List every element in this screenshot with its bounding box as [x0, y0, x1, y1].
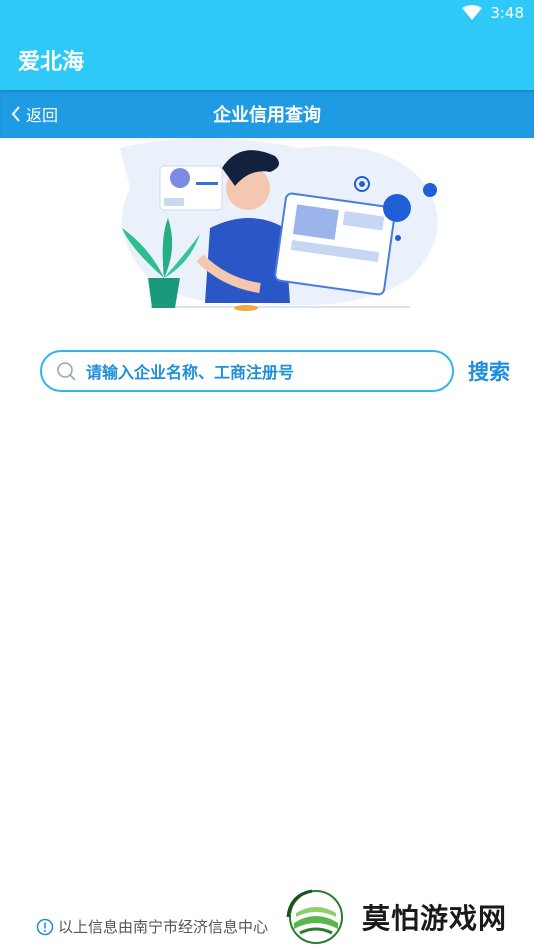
- banner-image: [120, 138, 438, 311]
- status-bar: 3:48: [0, 0, 534, 30]
- search-box[interactable]: [40, 350, 454, 392]
- footer-notice: 以上信息由南宁市经济信息中心: [36, 916, 268, 937]
- wifi-icon: [462, 5, 483, 20]
- nav-bar: 返回 企业信用查询: [0, 90, 534, 138]
- watermark: 莫怕游戏网: [286, 888, 530, 946]
- status-time: 3:48: [490, 4, 524, 22]
- search-button[interactable]: 搜索: [468, 356, 510, 386]
- search-input[interactable]: [86, 358, 446, 386]
- info-icon: [36, 918, 54, 935]
- search-icon: [57, 362, 76, 381]
- search-row: 搜索: [40, 350, 520, 392]
- page-title: 企业信用查询: [213, 105, 321, 126]
- watermark-text: 莫怕游戏网: [362, 902, 508, 935]
- watermark-logo: [286, 889, 343, 944]
- status-right: 3:48: [462, 4, 524, 22]
- banner-illustration: [0, 138, 534, 314]
- footer-text: 以上信息由南宁市经济信息中心: [58, 918, 269, 936]
- app-title: 爱北海: [18, 50, 85, 75]
- app-bar: 爱北海: [0, 30, 534, 90]
